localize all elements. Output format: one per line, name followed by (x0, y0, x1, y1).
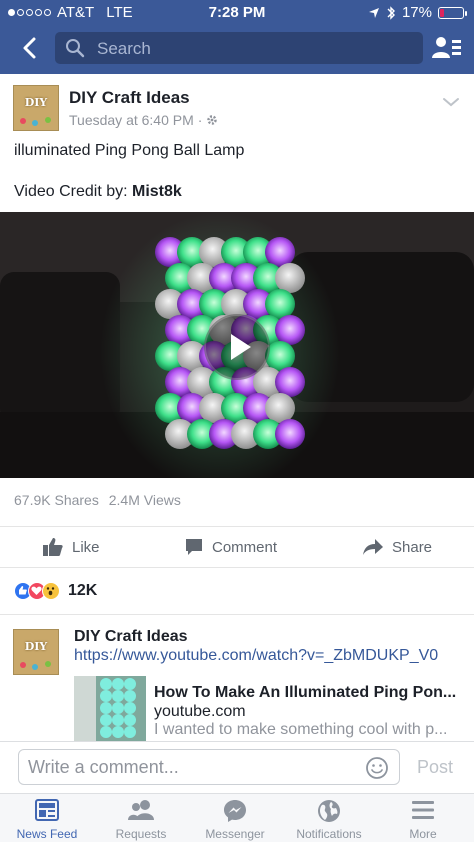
battery-icon (438, 6, 467, 19)
comment-link[interactable]: https://www.youtube.com/watch?v=_ZbMDUKP… (74, 647, 438, 665)
credit-prefix: Video Credit by: (14, 183, 132, 200)
tab-label: More (409, 827, 437, 841)
tab-messenger[interactable]: Messenger (188, 794, 282, 842)
views-count: 2.4M Views (108, 492, 181, 508)
lamp-ball (275, 263, 305, 293)
search-placeholder: Search (97, 39, 151, 58)
comment-label: Comment (212, 538, 278, 556)
location-arrow-icon (368, 7, 379, 18)
comment-composer: Write a comment... Post (0, 741, 474, 793)
comment-bubble-icon (186, 539, 202, 555)
share-arrow-icon (363, 539, 383, 555)
play-icon (231, 334, 251, 360)
video-player[interactable] (0, 212, 474, 478)
chevron-down-icon[interactable] (442, 96, 460, 108)
tab-notifications[interactable]: Notifications (282, 794, 376, 842)
shares-count[interactable]: 67.9K Shares (14, 492, 99, 508)
search-input[interactable]: Search (55, 32, 423, 64)
tab-bar: News Feed Requests Messenger Notificatio… (0, 793, 474, 842)
thumbs-up-icon (43, 538, 63, 556)
share-button[interactable]: Share (362, 527, 432, 567)
timestamp-text: Tuesday at 6:40 PM (69, 112, 194, 128)
comment-input[interactable]: Write a comment... (18, 749, 400, 785)
battery-percent: 17% (401, 4, 432, 21)
tab-label: Messenger (205, 827, 265, 841)
lamp-ball (275, 315, 305, 345)
credit-name: Mist8k (132, 183, 182, 200)
lamp-ball (275, 419, 305, 449)
gear-icon (207, 115, 218, 125)
lamp-ball (265, 237, 295, 267)
commenter-name[interactable]: DIY Craft Ideas (74, 628, 188, 646)
globe-icon (318, 800, 340, 822)
post-timestamp[interactable]: Tuesday at 6:40 PM · (69, 112, 218, 128)
page-avatar[interactable]: DIY (13, 85, 59, 131)
search-icon (66, 39, 85, 58)
link-preview-title[interactable]: How To Make An Illuminated Ping Pon... (154, 684, 464, 702)
link-preview-description: I wanted to make something cool with p..… (154, 721, 448, 738)
reaction-count: 12K (68, 582, 98, 599)
avatar-logo-text: DIY (24, 96, 48, 109)
back-arrow-icon[interactable] (16, 34, 44, 62)
news-feed-icon (35, 799, 59, 821)
divider (0, 614, 474, 615)
lamp-ball (265, 393, 295, 423)
status-right: 17% (368, 4, 467, 21)
bluetooth-icon (387, 5, 395, 20)
tab-news-feed[interactable]: News Feed (0, 794, 94, 842)
tab-requests[interactable]: Requests (94, 794, 188, 842)
smiley-icon[interactable] (365, 756, 389, 780)
link-preview-thumbnail[interactable] (74, 676, 146, 742)
menu-icon (412, 801, 434, 819)
play-button[interactable] (204, 314, 270, 380)
timestamp-separator: · (197, 112, 203, 128)
requests-icon (128, 800, 154, 820)
status-bar: AT&T LTE 7:28 PM 17% (0, 0, 474, 24)
wow-reaction-icon (42, 582, 60, 600)
page-name[interactable]: DIY Craft Ideas (69, 88, 190, 108)
post-actions: Like Comment Share (0, 526, 474, 568)
post-button[interactable]: Post (417, 757, 453, 778)
tab-label: News Feed (16, 827, 78, 841)
link-preview-domain: youtube.com (154, 703, 246, 720)
tab-more[interactable]: More (376, 794, 470, 842)
post-stats[interactable]: 67.9K Shares 2.4M Views (14, 492, 181, 508)
friends-list-icon[interactable] (432, 34, 462, 62)
comment-placeholder: Write a comment... (28, 757, 179, 777)
comment-button[interactable]: Comment (184, 527, 277, 567)
reaction-summary[interactable]: 12K (14, 582, 97, 600)
tab-label: Notifications (296, 827, 362, 841)
post-text: illuminated Ping Pong Ball Lamp (14, 142, 245, 159)
video-credit: Video Credit by: Mist8k (14, 183, 182, 201)
tab-label: Requests (115, 827, 167, 841)
top-bar: AT&T LTE 7:28 PM 17% Search (0, 0, 474, 74)
commenter-avatar-logo-text: DIY (24, 640, 48, 653)
like-button[interactable]: Like (42, 527, 100, 567)
messenger-icon (224, 800, 246, 822)
lamp-ball (265, 289, 295, 319)
lamp-ball (275, 367, 305, 397)
share-label: Share (392, 538, 433, 556)
commenter-avatar[interactable]: DIY (13, 629, 59, 675)
like-label: Like (72, 538, 100, 556)
